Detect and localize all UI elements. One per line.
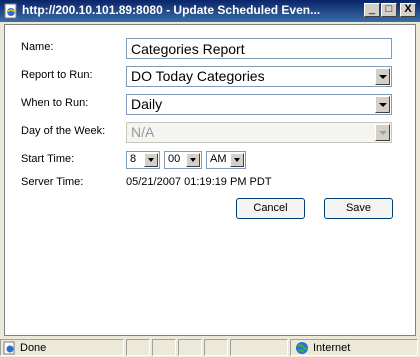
start-label: Start Time: (21, 153, 75, 165)
minimize-button[interactable]: _ (364, 3, 380, 17)
save-button[interactable]: Save (324, 198, 393, 219)
when-select-value: Daily (131, 96, 163, 112)
status-cell (230, 339, 288, 356)
status-cell-zone: Internet (290, 339, 418, 356)
ie-page-icon (4, 3, 17, 19)
popup-window: http://200.10.101.89:8080 - Update Sched… (0, 0, 420, 357)
maximize-button[interactable]: □ (381, 3, 397, 17)
when-select[interactable]: Daily (126, 94, 392, 115)
cancel-button[interactable]: Cancel (236, 198, 305, 219)
report-label: Report to Run: (21, 69, 93, 81)
status-cell (204, 339, 228, 356)
report-select-value: DO Today Categories (131, 68, 265, 84)
start-ampm-select[interactable]: AM (206, 151, 246, 169)
status-bar: Done Internet (0, 338, 420, 357)
start-hour-select[interactable]: 8 (126, 151, 160, 169)
report-select[interactable]: DO Today Categories (126, 66, 392, 87)
day-select-value: N/A (131, 124, 155, 140)
start-minute-value: 00 (168, 153, 181, 165)
chevron-down-icon (375, 124, 390, 141)
start-hour-value: 8 (130, 153, 137, 165)
day-label: Day of the Week: (21, 125, 106, 137)
start-minute-select[interactable]: 00 (164, 151, 202, 169)
status-cell-main: Done (0, 339, 124, 356)
chevron-down-icon[interactable] (186, 153, 200, 167)
name-input[interactable]: Categories Report (126, 38, 392, 59)
status-cell (126, 339, 150, 356)
name-label: Name: (21, 41, 54, 53)
status-cell (152, 339, 176, 356)
status-text: Done (20, 342, 47, 354)
window-title: http://200.10.101.89:8080 - Update Sched… (22, 3, 321, 17)
day-select: N/A (126, 122, 392, 143)
start-ampm-value: AM (210, 153, 227, 165)
server-time-label: Server Time: (21, 176, 84, 188)
title-bar[interactable]: http://200.10.101.89:8080 - Update Sched… (0, 0, 420, 22)
server-time-value: 05/21/2007 01:19:19 PM PDT (126, 176, 272, 188)
chevron-down-icon[interactable] (230, 153, 244, 167)
chevron-down-icon[interactable] (375, 68, 390, 85)
close-button[interactable]: X (400, 3, 416, 17)
form-panel: Name: Categories Report Report to Run: D… (4, 24, 416, 336)
chevron-down-icon[interactable] (375, 96, 390, 113)
chevron-down-icon[interactable] (144, 153, 158, 167)
zone-text: Internet (313, 342, 351, 354)
globe-icon (296, 342, 308, 354)
page-done-icon (3, 341, 15, 355)
status-cell (178, 339, 202, 356)
when-label: When to Run: (21, 97, 89, 109)
